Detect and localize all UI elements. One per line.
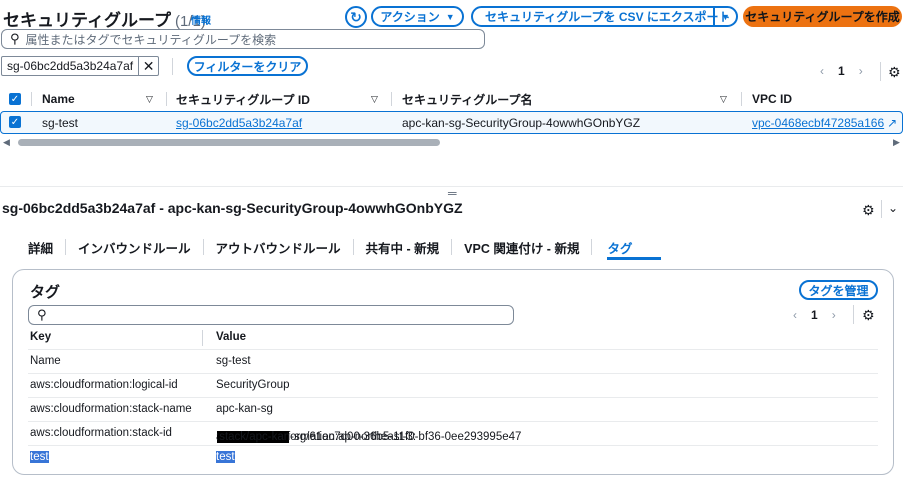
divider bbox=[172, 58, 173, 75]
prev-page-icon[interactable]: ‹ bbox=[793, 308, 797, 322]
prev-page-icon[interactable]: ‹ bbox=[820, 64, 824, 78]
active-tab-indicator bbox=[607, 257, 661, 260]
close-icon[interactable]: ✕ bbox=[138, 57, 158, 75]
tab-bar: 詳細 インバウンドルール アウトバウンドルール 共有中 - 新規 VPC 関連付… bbox=[28, 236, 647, 258]
table-row: test test bbox=[30, 451, 235, 463]
gear-icon[interactable]: ⚙ bbox=[862, 202, 875, 219]
sort-icon[interactable]: ▽ bbox=[146, 89, 153, 109]
cell-name: sg-test bbox=[42, 116, 79, 130]
export-csv-button[interactable]: セキュリティグループを CSV にエクスポート ▼ bbox=[471, 6, 738, 27]
refresh-icon[interactable]: ↻ bbox=[345, 6, 367, 28]
cell-sg-name: apc-kan-sg-SecurityGroup-4owwhGOnbYGZ bbox=[402, 116, 641, 130]
tags-header-row: Key Value bbox=[28, 326, 878, 350]
sort-icon[interactable]: ▽ bbox=[720, 89, 727, 109]
table-row: aws:cloudformation:stack-name apc-kan-sg bbox=[28, 398, 878, 422]
tags-title: タグ bbox=[30, 284, 61, 301]
column-header-sg-id[interactable]: セキュリティグループ ID bbox=[176, 89, 310, 109]
gear-icon[interactable]: ⚙ bbox=[888, 64, 901, 81]
select-all-checkbox[interactable]: ✓ bbox=[9, 89, 21, 109]
manage-tags-button[interactable]: タグを管理 bbox=[799, 280, 878, 300]
table-row: Name sg-test bbox=[28, 350, 878, 374]
divider bbox=[880, 62, 881, 81]
search-icon: ⚲ bbox=[37, 307, 47, 322]
filter-token: sg-06bc2dd5a3b24a7af ✕ bbox=[1, 56, 160, 76]
horizontal-scrollbar[interactable] bbox=[18, 139, 440, 146]
gear-icon[interactable]: ⚙ bbox=[862, 307, 875, 324]
caret-down-icon[interactable]: ▼ bbox=[713, 8, 736, 25]
page-number[interactable]: 1 bbox=[811, 308, 818, 322]
scroll-left-icon[interactable]: ◀ bbox=[3, 137, 10, 148]
info-link[interactable]: 情報 bbox=[191, 12, 211, 27]
table-row: aws:cloudformation:logical-id SecurityGr… bbox=[28, 374, 878, 398]
pagination: ‹ 1 › bbox=[820, 64, 863, 78]
tag-pagination: ‹ 1 › bbox=[793, 308, 836, 322]
column-header-key: Key bbox=[30, 331, 52, 343]
page-title: セキュリティグループ (1/1) bbox=[3, 11, 206, 30]
caret-down-icon: ▼ bbox=[445, 11, 455, 22]
row-checkbox[interactable]: ✓ bbox=[9, 116, 21, 128]
search-icon: ⚲ bbox=[10, 31, 20, 46]
sort-icon[interactable]: ▽ bbox=[371, 89, 378, 109]
tab-inbound-rules[interactable]: インバウンドルール bbox=[66, 238, 203, 257]
detail-title: sg-06bc2dd5a3b24a7af - apc-kan-sg-Securi… bbox=[2, 200, 463, 216]
tab-sharing[interactable]: 共有中 - 新規 bbox=[354, 238, 452, 257]
table-row: aws:cloudformation:stack-id arn:aws:clou… bbox=[28, 422, 878, 446]
column-header-sg-name[interactable]: セキュリティグループ名 bbox=[402, 89, 533, 109]
tab-vpc-associations[interactable]: VPC 関連付け - 新規 bbox=[452, 238, 591, 257]
column-header-value: Value bbox=[216, 331, 247, 343]
drag-handle-icon[interactable]: ═ bbox=[448, 186, 457, 200]
scroll-right-icon[interactable]: ▶ bbox=[893, 137, 900, 148]
next-page-icon[interactable]: › bbox=[859, 64, 863, 78]
clear-filter-button[interactable]: フィルターをクリア bbox=[187, 56, 308, 76]
tab-details[interactable]: 詳細 bbox=[28, 238, 65, 257]
search-input[interactable]: ⚲ 属性またはタグでセキュリティグループを検索 bbox=[1, 29, 485, 49]
external-link-icon: ↗ bbox=[887, 116, 898, 130]
chevron-down-icon[interactable]: ⌄ bbox=[888, 201, 898, 215]
tag-search-input[interactable]: ⚲ bbox=[28, 305, 514, 325]
column-header-name[interactable]: Name bbox=[42, 89, 75, 109]
vpc-id-link[interactable]: vpc-0468ecbf47285a166 ↗ bbox=[752, 116, 897, 130]
tab-outbound-rules[interactable]: アウトバウンドルール bbox=[204, 238, 353, 257]
next-page-icon[interactable]: › bbox=[832, 308, 836, 322]
create-security-group-button[interactable]: セキュリティグループを作成 bbox=[743, 6, 902, 27]
sg-id-link[interactable]: sg-06bc2dd5a3b24a7af bbox=[176, 116, 302, 130]
page-number[interactable]: 1 bbox=[838, 64, 845, 78]
actions-button[interactable]: アクション ▼ bbox=[371, 6, 464, 27]
column-header-vpc-id[interactable]: VPC ID bbox=[752, 89, 792, 109]
tab-tags[interactable]: タグ bbox=[592, 238, 647, 257]
